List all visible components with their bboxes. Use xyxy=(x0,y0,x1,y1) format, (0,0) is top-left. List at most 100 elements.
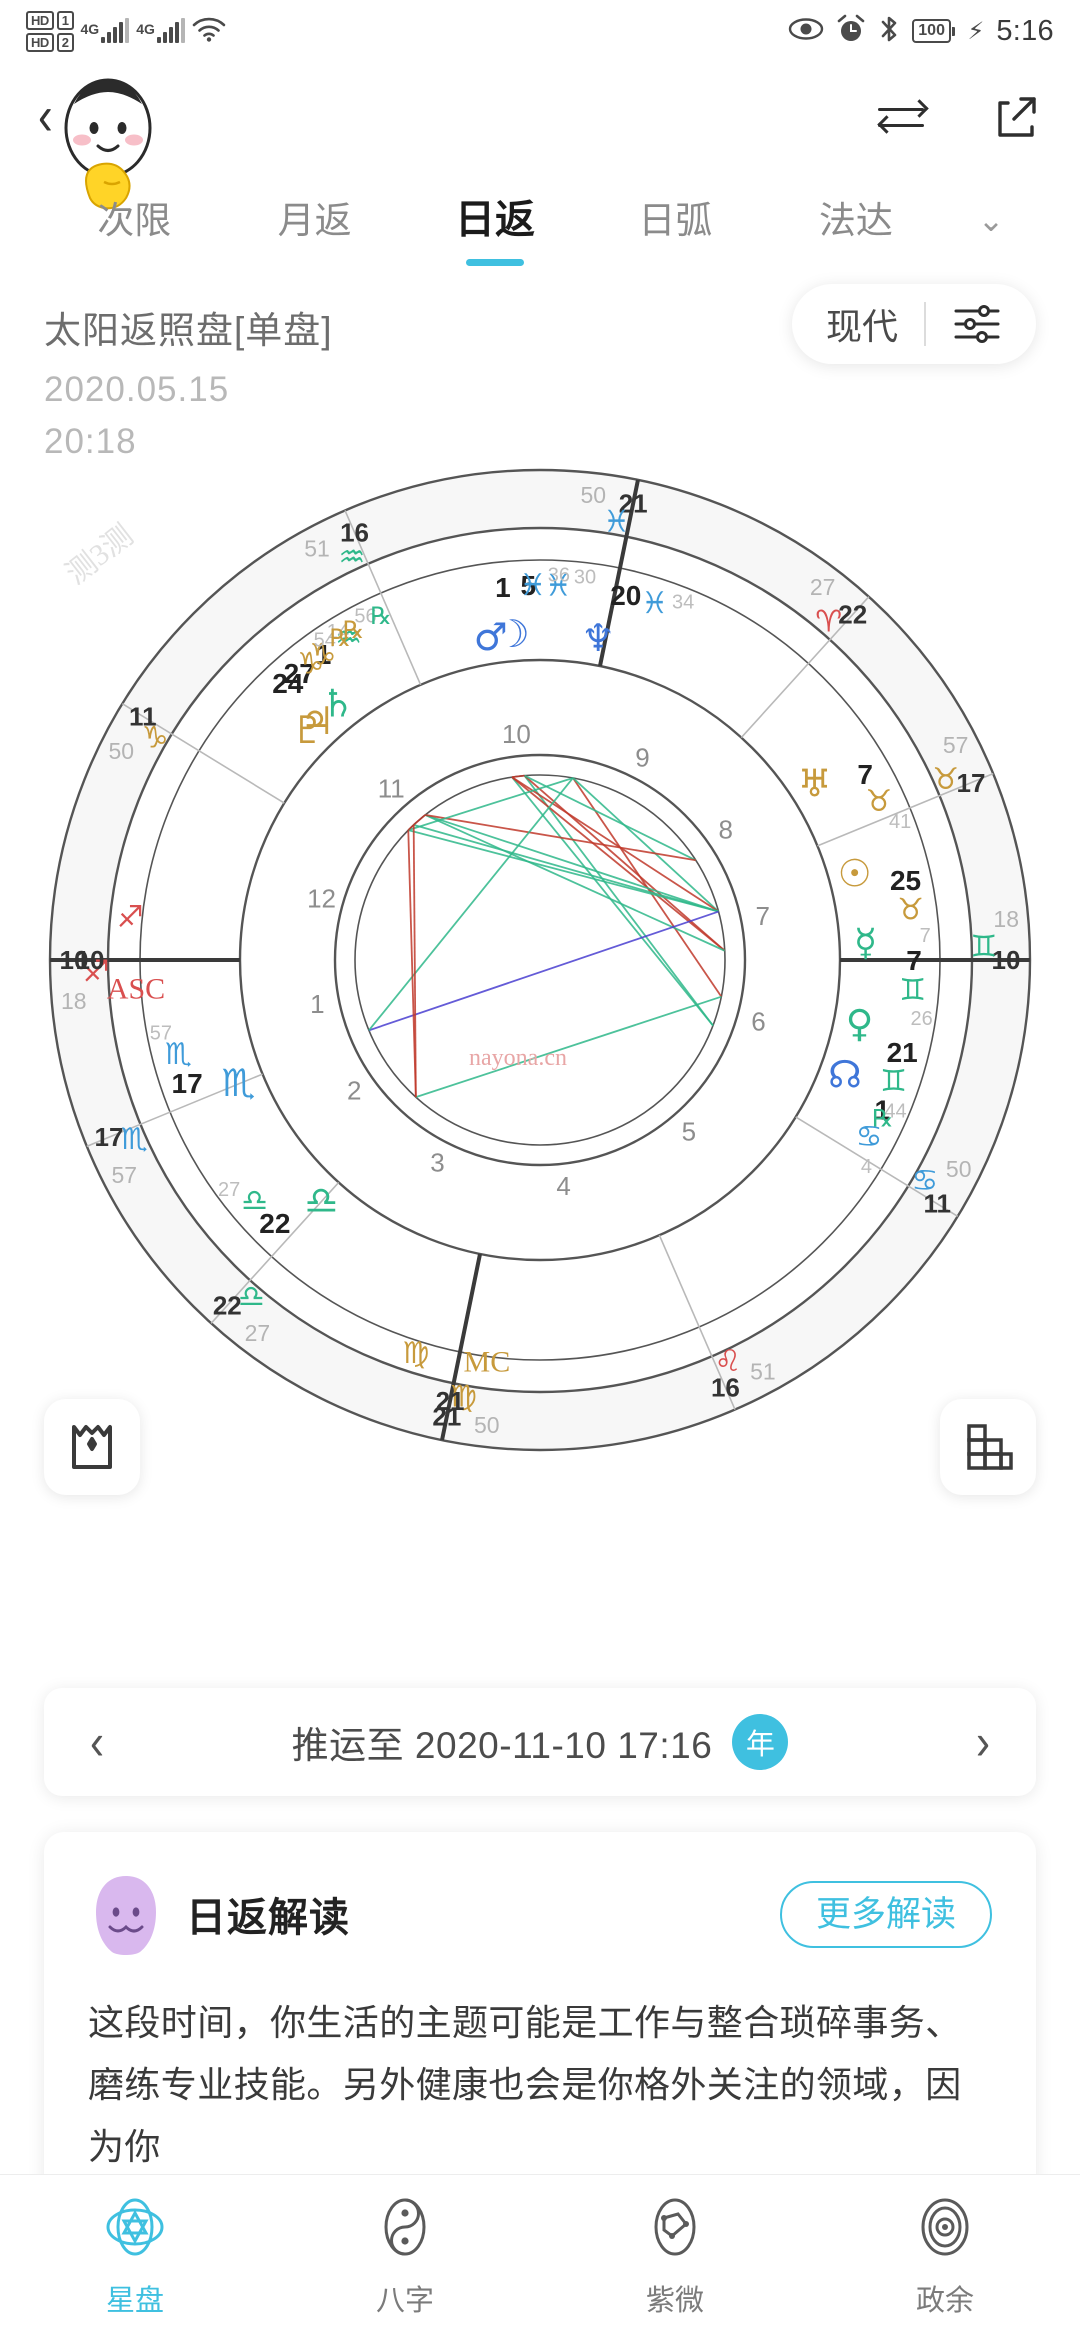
svg-text:3: 3 xyxy=(430,1148,444,1178)
svg-text:♊: ♊ xyxy=(970,930,997,965)
svg-text:☿: ☿ xyxy=(854,921,877,965)
svg-text:♅: ♅ xyxy=(798,761,832,805)
tab-fada[interactable]: 法达 xyxy=(766,202,946,239)
chevron-down-circle-icon[interactable]: ⌄ xyxy=(70,93,119,141)
svg-text:27: 27 xyxy=(245,1320,271,1346)
svg-text:50: 50 xyxy=(580,482,606,508)
share-export-icon[interactable] xyxy=(990,91,1042,143)
svg-text:30: 30 xyxy=(574,567,596,589)
svg-text:12: 12 xyxy=(307,883,336,913)
battery-level: 100 xyxy=(912,19,951,43)
interpretation-header: 日返解读 更多解读 xyxy=(88,1872,992,1956)
svg-text:♌: ♌ xyxy=(715,1344,742,1379)
svg-text:℞: ℞ xyxy=(872,1106,894,1132)
swap-arrows-icon[interactable] xyxy=(877,95,929,139)
tab-label: 日返 xyxy=(455,198,536,242)
svg-text:☉: ☉ xyxy=(838,852,872,896)
svg-text:50: 50 xyxy=(474,1412,500,1438)
chart-header: 太阳返照盘[单盘] 2020.05.15 20:18 现代 xyxy=(0,284,1080,462)
tab-rifan[interactable]: 日返 xyxy=(405,198,585,266)
tab-label: 法达 xyxy=(818,199,893,241)
svg-text:57: 57 xyxy=(112,1162,138,1188)
svg-text:2: 2 xyxy=(347,1076,361,1106)
svg-text:♎: ♎ xyxy=(238,1279,265,1314)
svg-text:♐: ♐ xyxy=(117,900,144,935)
battery-tip xyxy=(952,26,956,36)
transit-unit-badge[interactable]: 年 xyxy=(732,1714,789,1770)
svg-text:♎: ♎ xyxy=(304,1179,338,1223)
svg-text:♎: ♎ xyxy=(241,1184,268,1219)
yin-yang-icon xyxy=(374,2196,436,2263)
svg-text:51: 51 xyxy=(750,1358,776,1384)
astrology-wheel[interactable]: 21♍5016♌ 5111♋ 5010♊1817♉5722♈2721♓5016♒51… xyxy=(40,455,1040,1465)
svg-text:21: 21 xyxy=(436,1386,465,1416)
chevron-left-icon[interactable]: ‹ xyxy=(90,1713,104,1771)
svg-text:22: 22 xyxy=(838,600,867,630)
tab-label: 次限 xyxy=(97,199,172,241)
svg-text:♈: ♈ xyxy=(815,605,842,640)
svg-text:℞: ℞ xyxy=(329,626,351,652)
svg-text:8: 8 xyxy=(718,814,732,844)
back-chevron-icon[interactable]: ‹ xyxy=(38,89,53,145)
status-bar: HD 1 HD 2 4G 4G 100 ⚡ 5:16 xyxy=(0,0,1080,62)
astrology-wheel-container[interactable]: 测3测 21 ♍ 50 16 ♌ 51 11 ♋ 50 10 ♊ 18 17 ♉ 57 22 ♈ 27 21 ♓ 50 1… xyxy=(0,455,1080,1515)
svg-text:50: 50 xyxy=(946,1156,972,1182)
charging-bolt-icon: ⚡ xyxy=(967,17,985,45)
svg-text:27: 27 xyxy=(810,574,836,600)
svg-text:20: 20 xyxy=(610,580,641,611)
transit-date-display[interactable]: 推运至 2020-11-10 17:16 年 xyxy=(292,1714,789,1770)
svg-text:♑: ♑ xyxy=(142,720,169,755)
status-bar-left: HD 1 HD 2 4G 4G xyxy=(26,10,226,52)
chart-mode-label[interactable]: 现代 xyxy=(826,298,898,350)
svg-text:18: 18 xyxy=(61,988,87,1014)
hd-label-2: HD xyxy=(26,32,54,52)
svg-text:♓: ♓ xyxy=(603,505,630,540)
svg-text:27: 27 xyxy=(218,1179,240,1201)
svg-text:11: 11 xyxy=(378,774,405,804)
alarm-icon xyxy=(836,14,866,49)
chevron-right-icon[interactable]: › xyxy=(976,1713,990,1771)
eye-comfort-icon xyxy=(788,17,824,46)
svg-text:♒: ♒ xyxy=(339,540,366,575)
svg-text:9: 9 xyxy=(635,742,649,772)
nav-item-ziwei[interactable]: 紫微 xyxy=(540,2196,810,2319)
svg-text:18: 18 xyxy=(993,906,1019,932)
svg-text:36: 36 xyxy=(548,564,570,586)
tab-cixian[interactable]: 次限 xyxy=(44,202,224,239)
chevron-down-icon[interactable]: ⌄ xyxy=(946,201,1036,239)
svg-text:♓: ♓ xyxy=(519,568,546,603)
svg-text:10: 10 xyxy=(502,719,531,749)
target-rings-icon xyxy=(914,2196,976,2263)
svg-text:nayona.cn: nayona.cn xyxy=(469,1045,567,1071)
svg-text:♑: ♑ xyxy=(297,646,324,681)
more-interpretation-button[interactable]: 更多解读 xyxy=(779,1880,992,1948)
svg-text:MC: MC xyxy=(464,1346,511,1379)
tab-rihu[interactable]: 日弧 xyxy=(585,202,765,239)
svg-text:7: 7 xyxy=(906,945,922,976)
svg-text:℞: ℞ xyxy=(370,604,392,630)
tab-yuefan[interactable]: 月返 xyxy=(224,202,404,239)
svg-text:♇: ♇ xyxy=(291,708,325,752)
svg-text:1: 1 xyxy=(310,989,324,1019)
status-bar-right: 100 ⚡ 5:16 xyxy=(788,14,1054,49)
sliders-settings-icon[interactable] xyxy=(952,302,1002,346)
signal-bars-2-icon xyxy=(156,18,185,43)
network-type-1: 4G xyxy=(80,21,100,37)
star-chart-icon xyxy=(104,2196,166,2263)
shirt-icon[interactable] xyxy=(44,1399,140,1495)
nav-item-bazi[interactable]: 八字 xyxy=(270,2196,540,2319)
svg-text:6: 6 xyxy=(751,1007,765,1037)
chart-mode-control[interactable]: 现代 xyxy=(791,284,1036,364)
svg-text:♂: ♂ xyxy=(474,615,508,659)
signal-2: 4G xyxy=(136,18,185,43)
svg-text:7: 7 xyxy=(755,901,769,931)
nav-item-xingpan[interactable]: 星盘 xyxy=(0,2196,270,2319)
bar-grid-icon[interactable] xyxy=(940,1399,1036,1495)
svg-text:7: 7 xyxy=(920,925,931,947)
transit-date-label: 推运至 2020-11-10 17:16 xyxy=(291,1725,713,1766)
svg-text:34: 34 xyxy=(672,592,694,614)
nav-item-zhengyu[interactable]: 政余 xyxy=(810,2196,1080,2319)
svg-text:5: 5 xyxy=(682,1116,696,1146)
hd-sim-1: 1 xyxy=(56,10,74,30)
network-type-2: 4G xyxy=(136,21,155,37)
